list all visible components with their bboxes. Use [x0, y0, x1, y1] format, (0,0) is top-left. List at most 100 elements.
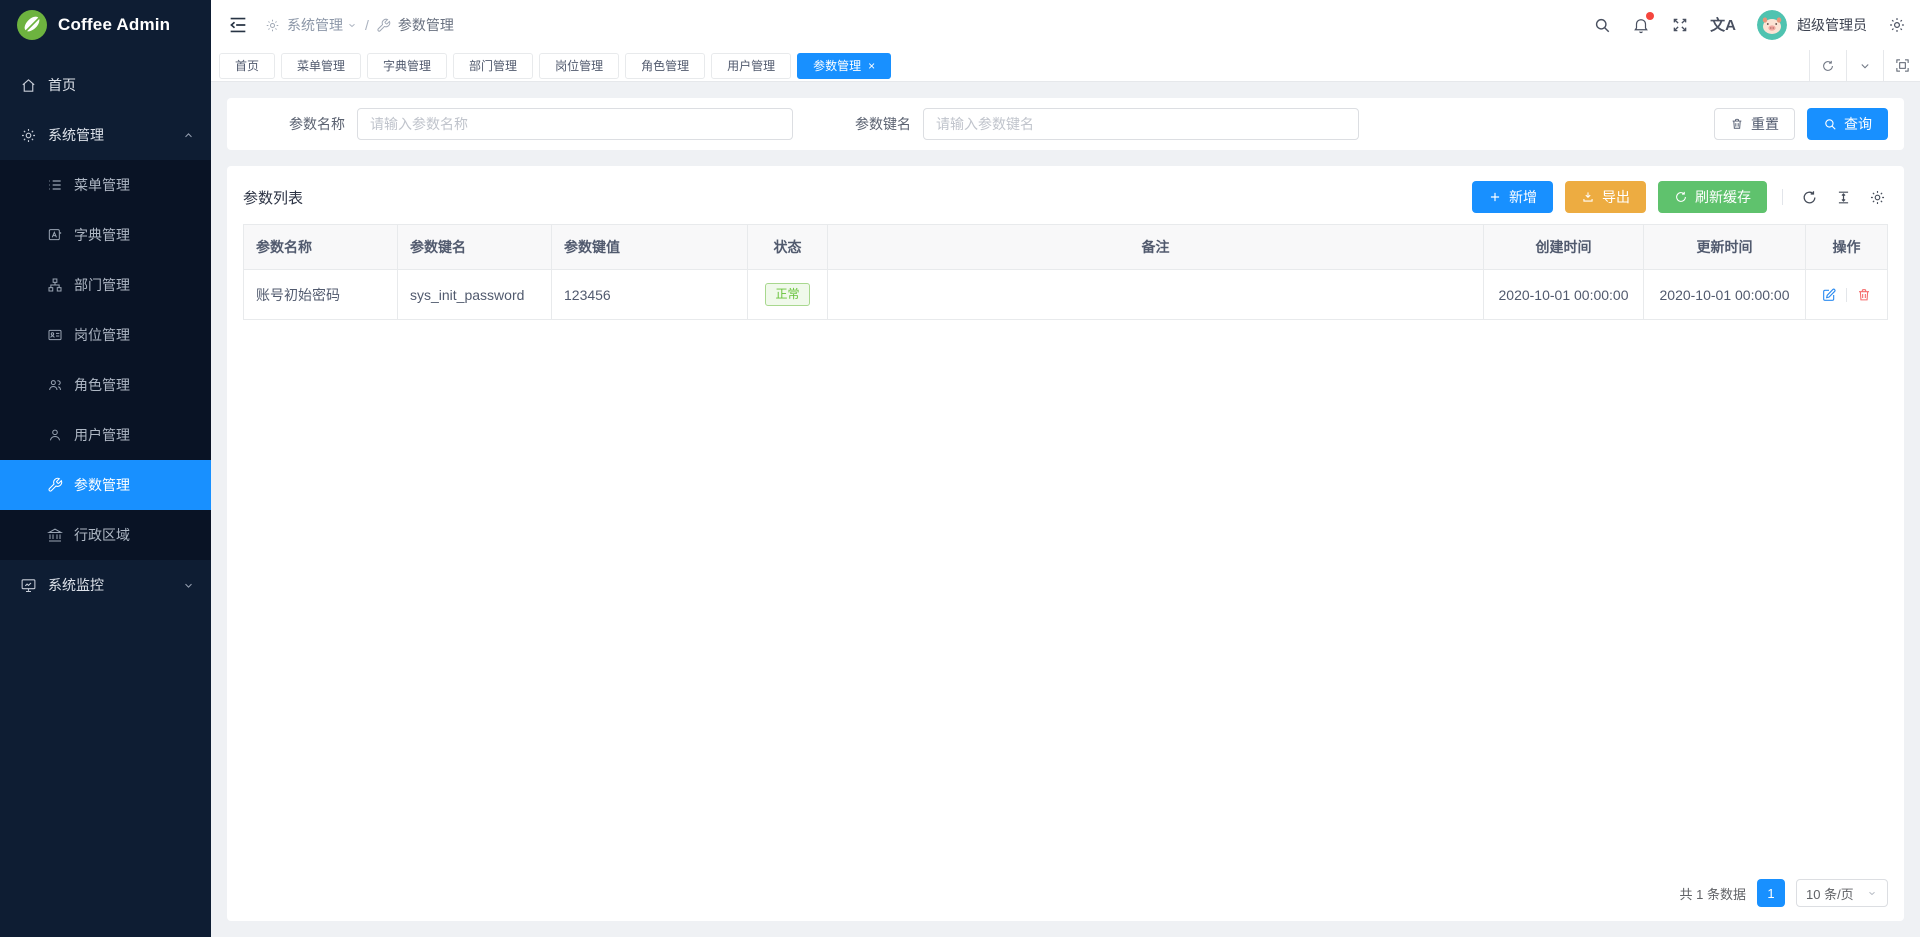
table-row: 账号初始密码 sys_init_password 123456 正常 2020-… — [244, 270, 1888, 320]
roles-icon — [47, 377, 63, 393]
tab-toolbar — [1809, 50, 1920, 81]
close-icon[interactable]: × — [868, 60, 875, 72]
maximize-content-button[interactable] — [1883, 50, 1920, 81]
column-settings-button[interactable] — [1866, 186, 1888, 208]
cell-created-time: 2020-10-01 00:00:00 — [1484, 270, 1644, 320]
column-header-status: 状态 — [748, 225, 828, 270]
delete-icon[interactable] — [1856, 287, 1872, 303]
tab-label: 角色管理 — [641, 57, 689, 74]
tab-menu-management[interactable]: 菜单管理 — [281, 53, 361, 79]
pagination-total: 共 1 条数据 — [1680, 884, 1746, 903]
sidebar-item-menu-management[interactable]: 菜单管理 — [0, 160, 211, 210]
tab-param-management[interactable]: 参数管理 × — [797, 53, 891, 79]
chevron-up-icon — [182, 129, 195, 142]
reset-button[interactable]: 重置 — [1714, 108, 1795, 140]
page-1-button[interactable]: 1 — [1757, 879, 1785, 907]
sidebar-item-label: 菜单管理 — [74, 175, 130, 195]
export-button[interactable]: 导出 — [1565, 181, 1646, 213]
tab-bar: 首页 菜单管理 字典管理 部门管理 岗位管理 角色管理 用户管理 参数管理 × — [211, 50, 1920, 82]
refresh-icon — [1674, 190, 1688, 204]
cell-updated-time: 2020-10-01 00:00:00 — [1644, 270, 1806, 320]
data-table: 参数名称 参数键名 参数键值 状态 备注 创建时间 更新时间 操作 账号初始密码 — [243, 224, 1888, 320]
sidebar-item-system-monitor[interactable]: 系统监控 — [0, 560, 211, 610]
search-card: 参数名称 参数键名 重置 查询 — [227, 98, 1904, 150]
breadcrumb: 系统管理 / 参数管理 — [265, 15, 454, 35]
column-header-key: 参数键名 — [398, 225, 552, 270]
param-key-input[interactable] — [923, 108, 1359, 140]
sidebar-item-post-management[interactable]: 岗位管理 — [0, 310, 211, 360]
column-header-name: 参数名称 — [244, 225, 398, 270]
main-area: 系统管理 / 参数管理 文A — [211, 0, 1920, 937]
tab-options-button[interactable] — [1846, 50, 1883, 81]
id-card-icon — [47, 327, 63, 343]
param-name-input[interactable] — [357, 108, 793, 140]
sidebar-item-dict-management[interactable]: 字典管理 — [0, 210, 211, 260]
sidebar-item-home[interactable]: 首页 — [0, 60, 211, 110]
sidebar-item-role-management[interactable]: 角色管理 — [0, 360, 211, 410]
row-density-button[interactable] — [1832, 186, 1854, 208]
sidebar-item-admin-region[interactable]: 行政区域 — [0, 510, 211, 560]
sidebar-item-system-management[interactable]: 系统管理 — [0, 110, 211, 160]
sidebar-item-dept-management[interactable]: 部门管理 — [0, 260, 211, 310]
param-key-label: 参数键名 — [855, 114, 911, 134]
username-label[interactable]: 超级管理员 — [1797, 15, 1867, 35]
refresh-icon — [1801, 189, 1818, 206]
sidebar-menu: 首页 系统管理 菜单管理 字典管理 部门管理 — [0, 50, 211, 937]
translate-icon[interactable]: 文A — [1710, 18, 1736, 33]
tab-post-management[interactable]: 岗位管理 — [539, 53, 619, 79]
refresh-tabs-button[interactable] — [1809, 50, 1846, 81]
caret-down-icon — [346, 19, 358, 31]
param-name-field: 参数名称 — [289, 108, 793, 140]
leaf-logo-icon — [16, 9, 48, 41]
sidebar: Coffee Admin 首页 系统管理 菜单管理 字典管理 — [0, 0, 211, 937]
avatar-image — [1757, 10, 1787, 40]
cell-param-name: 账号初始密码 — [244, 270, 398, 320]
monitor-icon — [20, 577, 37, 594]
search-button-label: 查询 — [1844, 114, 1872, 134]
column-header-updated: 更新时间 — [1644, 225, 1806, 270]
status-badge: 正常 — [765, 283, 809, 306]
tab-role-management[interactable]: 角色管理 — [625, 53, 705, 79]
menu-fold-icon[interactable] — [227, 14, 249, 36]
column-header-created: 创建时间 — [1484, 225, 1644, 270]
search-button[interactable]: 查询 — [1807, 108, 1888, 140]
list-card-header: 参数列表 新增 导出 刷新缓存 — [243, 176, 1888, 218]
search-icon[interactable] — [1593, 16, 1611, 34]
sidebar-submenu-system: 菜单管理 字典管理 部门管理 岗位管理 角色管理 — [0, 160, 211, 560]
sidebar-item-label: 部门管理 — [74, 275, 130, 295]
sidebar-item-param-management[interactable]: 参数管理 — [0, 460, 211, 510]
sidebar-item-label: 行政区域 — [74, 525, 130, 545]
fullscreen-icon[interactable] — [1671, 16, 1689, 34]
caret-down-icon — [1866, 887, 1878, 899]
tab-home[interactable]: 首页 — [219, 53, 275, 79]
wrench-icon — [47, 477, 63, 493]
refresh-cache-button[interactable]: 刷新缓存 — [1658, 181, 1767, 213]
tab-dept-management[interactable]: 部门管理 — [453, 53, 533, 79]
page-size-select[interactable]: 10 条/页 — [1796, 879, 1888, 907]
tab-dict-management[interactable]: 字典管理 — [367, 53, 447, 79]
trash-icon — [1730, 117, 1744, 131]
avatar[interactable] — [1757, 10, 1787, 40]
sidebar-item-label: 首页 — [48, 75, 76, 95]
refresh-table-button[interactable] — [1798, 186, 1820, 208]
sidebar-item-label: 系统监控 — [48, 575, 104, 595]
search-actions: 重置 查询 — [1714, 108, 1888, 140]
sidebar-item-label: 字典管理 — [74, 225, 130, 245]
settings-gear-icon[interactable] — [1888, 16, 1906, 34]
app-title: Coffee Admin — [58, 15, 170, 35]
cell-status: 正常 — [748, 270, 828, 320]
cell-actions — [1806, 270, 1888, 320]
page-size-value: 10 条/页 — [1806, 884, 1854, 903]
breadcrumb-item-system[interactable]: 系统管理 — [287, 15, 358, 35]
add-button[interactable]: 新增 — [1472, 181, 1553, 213]
home-icon — [20, 77, 37, 94]
sidebar-item-user-management[interactable]: 用户管理 — [0, 410, 211, 460]
tab-user-management[interactable]: 用户管理 — [711, 53, 791, 79]
column-header-value: 参数键值 — [552, 225, 748, 270]
cell-param-key: sys_init_password — [398, 270, 552, 320]
app-root: Coffee Admin 首页 系统管理 菜单管理 字典管理 — [0, 0, 1920, 937]
edit-icon[interactable] — [1821, 287, 1837, 303]
plus-icon — [1488, 190, 1502, 204]
app-logo[interactable]: Coffee Admin — [0, 0, 211, 50]
notifications-button[interactable] — [1632, 16, 1650, 34]
